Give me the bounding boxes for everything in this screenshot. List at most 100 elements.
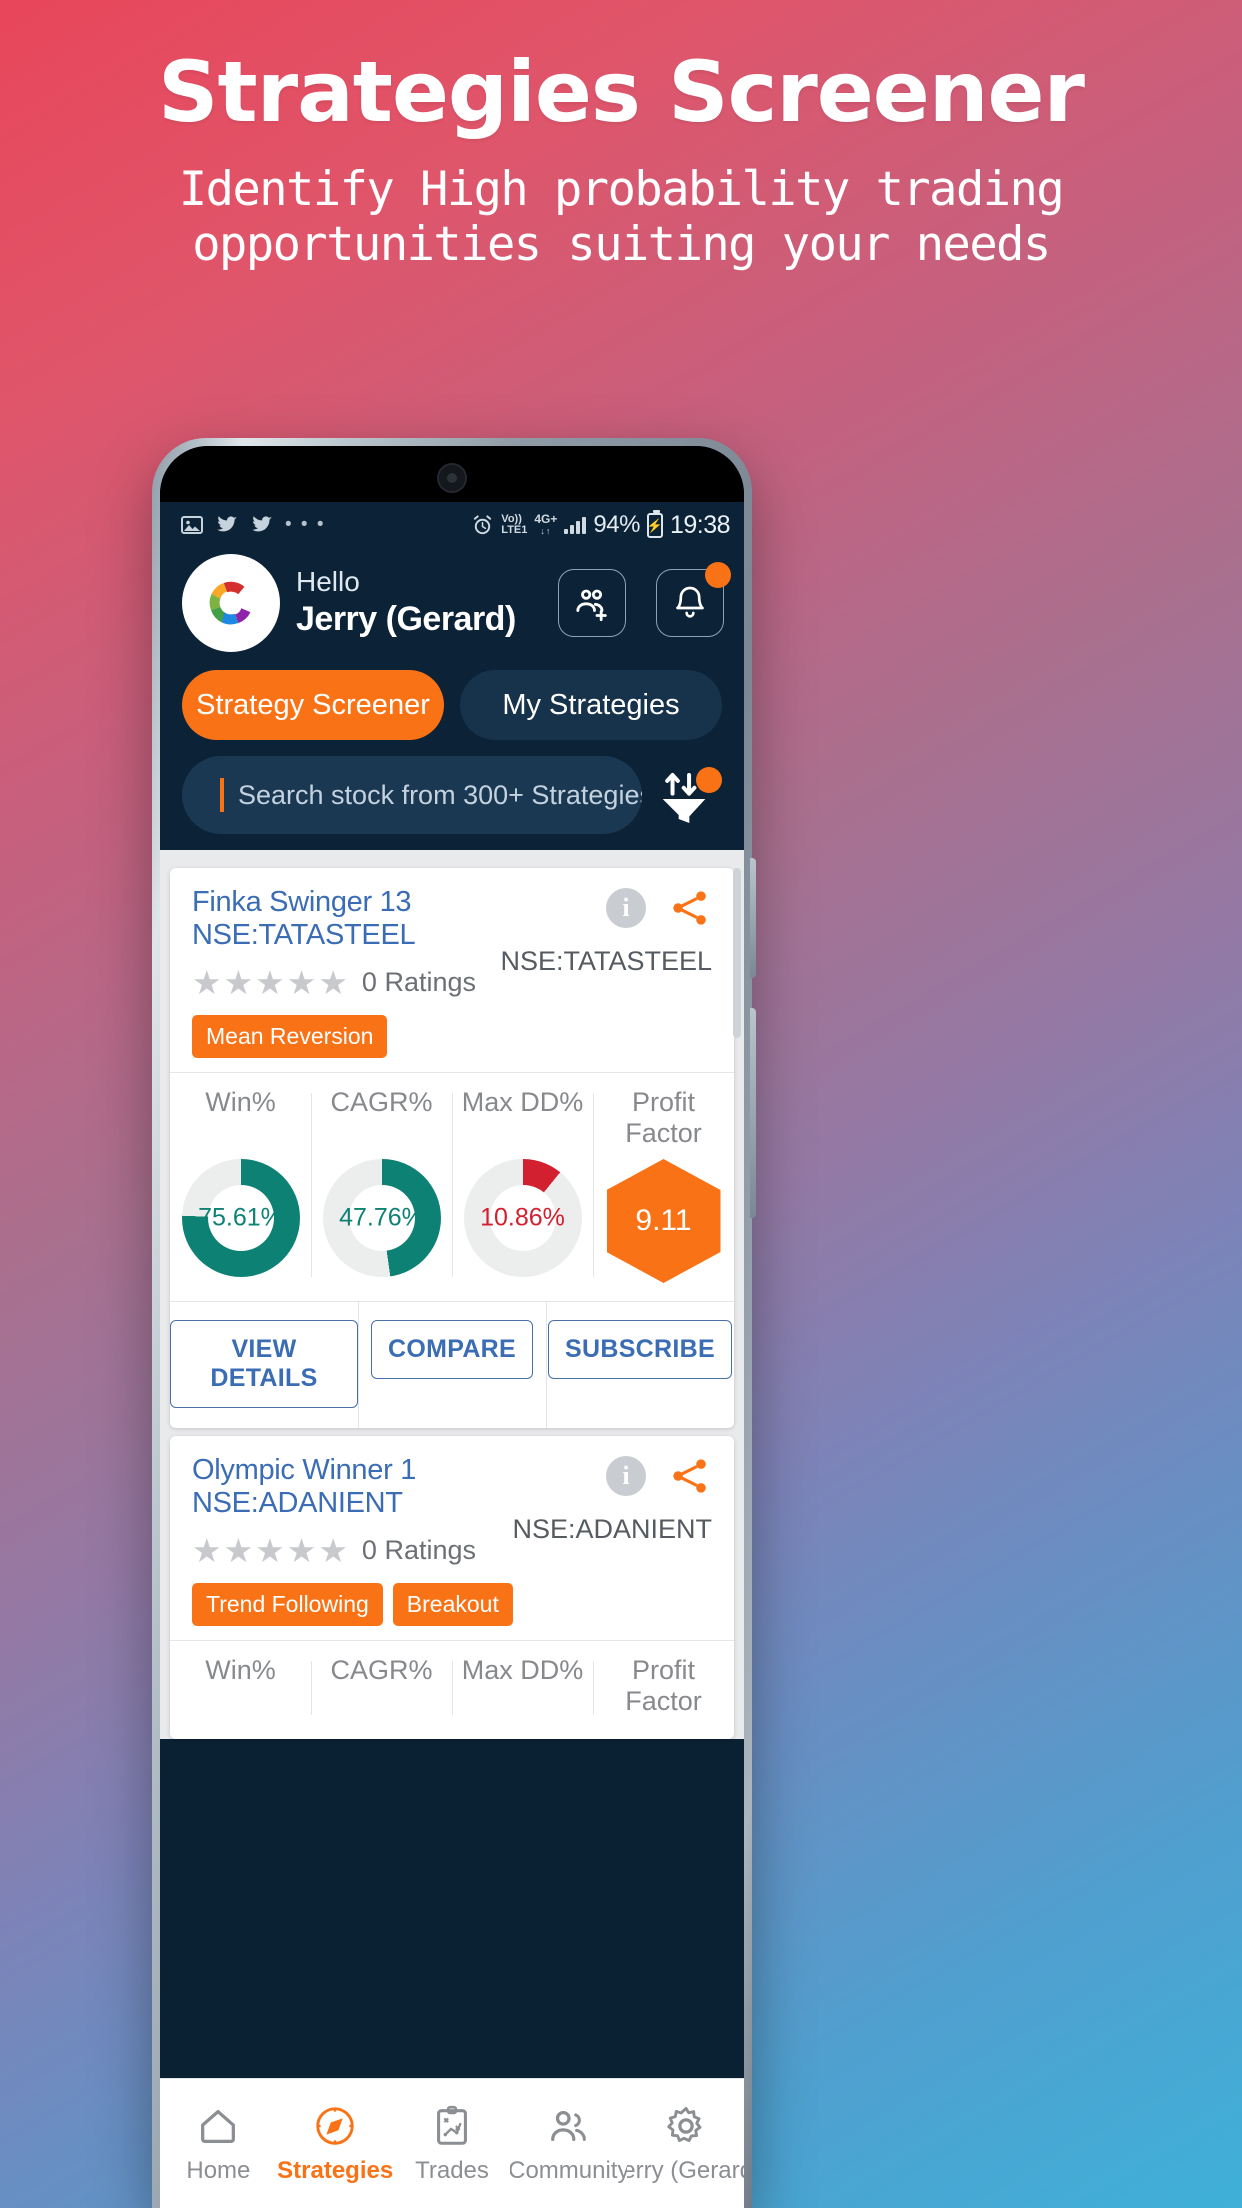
- ratings-count: 0 Ratings: [361, 1535, 476, 1565]
- metric-maxdd: Max DD% 10.86%: [452, 1087, 593, 1283]
- metric-win: Win%: [170, 1655, 311, 1721]
- phone-mockup: • • • Vo)) LTE1 4G+ ↓↑ 94% ⚡ 19:38 Hello…: [152, 438, 756, 2208]
- promo-subtitle-line-2: opportunities suiting your needs: [192, 217, 1051, 273]
- nav-label: Trades: [415, 2156, 489, 2184]
- front-camera-icon: [437, 463, 467, 493]
- people-icon: [550, 2110, 586, 2141]
- card-header: Olympic Winner 1 NSE:ADANIENT i ★★★★★ 0 …: [170, 1436, 734, 1640]
- strategy-card[interactable]: Finka Swinger 13 NSE:TATASTEEL i ★★★★★ 0…: [170, 868, 734, 1428]
- ratings-count: 0 Ratings: [361, 967, 476, 997]
- phone-side-button-2: [750, 1008, 756, 1218]
- star-rating-icon: ★★★★★: [192, 964, 350, 1001]
- compare-label: COMPARE: [370, 1320, 534, 1379]
- metric-label: CAGR%: [330, 1087, 433, 1117]
- scrollbar[interactable]: [733, 868, 741, 1038]
- promo-title: Strategies Screener: [158, 43, 1085, 141]
- search-row: Search stock from 300+ Strategies: [160, 740, 744, 834]
- view-details-label: VIEW DETAILS: [170, 1320, 358, 1408]
- battery-percent-label: 94%: [593, 511, 640, 538]
- greeting-row: Hello Jerry (Gerard): [160, 548, 744, 652]
- rainbow-logo-icon: [209, 581, 252, 625]
- status-bar-right: Vo)) LTE1 4G+ ↓↑ 94% ⚡ 19:38: [471, 509, 731, 540]
- metric-cagr: CAGR%: [311, 1655, 452, 1721]
- metric-label: Win%: [205, 1087, 276, 1117]
- stock-symbol: NSE:ADANIENT: [512, 1514, 712, 1544]
- metric-maxdd: Max DD%: [452, 1655, 593, 1721]
- cagr-donut-chart: 47.76%: [322, 1159, 441, 1277]
- nav-item-strategies[interactable]: Strategies: [277, 2103, 394, 2185]
- tag-row: Trend Following Breakout: [192, 1583, 712, 1626]
- phone-notch: [160, 446, 744, 502]
- app-header: • • • Vo)) LTE1 4G+ ↓↑ 94% ⚡ 19:38 Hello…: [160, 502, 744, 850]
- greeting-text: Hello Jerry (Gerard): [296, 566, 542, 641]
- metric-cagr: CAGR% 47.76%: [311, 1087, 452, 1283]
- metric-profit-factor: Profit Factor: [593, 1655, 734, 1721]
- notification-badge: [705, 562, 731, 588]
- metric-label: CAGR%: [330, 1655, 433, 1685]
- volte-indicator: Vo)) LTE1: [501, 513, 528, 536]
- strategy-tag[interactable]: Mean Reversion: [192, 1015, 388, 1058]
- gallery-icon: [181, 516, 203, 534]
- card-header: Finka Swinger 13 NSE:TATASTEEL i ★★★★★ 0…: [170, 868, 734, 1072]
- twitter-icon: [217, 516, 237, 532]
- star-rating-icon: ★★★★★: [192, 1532, 350, 1569]
- status-bar-clock: 19:38: [669, 510, 731, 539]
- search-placeholder: Search stock from 300+ Strategies: [238, 779, 642, 810]
- alarm-icon: [474, 514, 492, 534]
- share-icon[interactable]: [668, 1454, 712, 1498]
- bottom-navigation: Home Strategies Trades Community erry (G…: [160, 2078, 744, 2208]
- search-input[interactable]: Search stock from 300+ Strategies: [182, 756, 642, 834]
- metric-label: Win%: [205, 1655, 276, 1685]
- subscribe-label: SUBSCRIBE: [548, 1320, 732, 1379]
- nav-label: Community: [510, 2156, 628, 2184]
- nav-item-trades[interactable]: Trades: [394, 2103, 511, 2185]
- tag-row: Mean Reversion: [192, 1015, 712, 1058]
- network-type-indicator: 4G+ ↓↑: [534, 512, 558, 536]
- filter-sort-button[interactable]: [652, 763, 724, 827]
- avatar[interactable]: [182, 554, 280, 652]
- card-actions: VIEW DETAILS COMPARE SUBSCRIBE: [170, 1301, 734, 1428]
- strategy-card[interactable]: Olympic Winner 1 NSE:ADANIENT i ★★★★★ 0 …: [170, 1436, 734, 1739]
- subscribe-button[interactable]: SUBSCRIBE: [546, 1302, 734, 1428]
- add-people-button[interactable]: [558, 569, 626, 637]
- metric-value: 10.86%: [480, 1203, 565, 1232]
- username-label: Jerry (Gerard): [296, 599, 516, 638]
- nav-item-community[interactable]: Community: [510, 2103, 627, 2185]
- share-icon[interactable]: [668, 886, 712, 930]
- home-icon: [201, 2109, 236, 2143]
- tab-strategy-screener[interactable]: Strategy Screener: [182, 670, 444, 740]
- metric-label: Profit Factor: [625, 1655, 702, 1717]
- strategy-list[interactable]: Finka Swinger 13 NSE:TATASTEEL i ★★★★★ 0…: [160, 850, 744, 1739]
- compare-button[interactable]: COMPARE: [358, 1302, 546, 1428]
- text-cursor: [220, 778, 224, 812]
- filter-active-badge: [696, 767, 722, 793]
- info-icon[interactable]: i: [606, 888, 646, 928]
- nav-item-home[interactable]: Home: [160, 2103, 277, 2185]
- nav-label: Jerry (Gerard): [627, 2156, 744, 2184]
- card-action-icons: i: [606, 1454, 712, 1498]
- nav-label: Strategies: [277, 2156, 394, 2184]
- tab-bar: Strategy Screener My Strategies: [160, 652, 744, 740]
- gear-icon: [666, 2106, 702, 2142]
- promo-subtitle-line-1: Identify High probability trading: [178, 162, 1065, 217]
- greeting-label: Hello: [296, 565, 360, 597]
- notifications-button[interactable]: [656, 562, 731, 637]
- maxdd-donut-chart: 10.86%: [463, 1159, 582, 1277]
- nav-item-profile[interactable]: Jerry (Gerard): [627, 2103, 744, 2185]
- metric-value: 75.61%: [198, 1203, 283, 1232]
- clipboard-icon: [437, 2105, 467, 2145]
- nav-label: Home: [186, 2156, 251, 2184]
- metric-label: Profit Factor: [625, 1087, 702, 1149]
- metric-win: Win% 75.61%: [170, 1087, 311, 1283]
- tab-my-strategies[interactable]: My Strategies: [460, 670, 722, 740]
- info-icon[interactable]: i: [606, 1456, 646, 1496]
- compass-icon: [316, 2106, 354, 2145]
- phone-screen: • • • Vo)) LTE1 4G+ ↓↑ 94% ⚡ 19:38 Hello…: [160, 446, 744, 2208]
- battery-icon: ⚡: [647, 509, 663, 538]
- view-details-button[interactable]: VIEW DETAILS: [170, 1302, 358, 1428]
- metrics-row: Win% CAGR% Max DD% Profit Factor: [170, 1640, 734, 1739]
- status-bar-left: • • •: [180, 513, 326, 537]
- strategy-tag[interactable]: Trend Following: [192, 1583, 383, 1626]
- metric-label: Max DD%: [461, 1655, 584, 1685]
- strategy-tag[interactable]: Breakout: [392, 1583, 513, 1626]
